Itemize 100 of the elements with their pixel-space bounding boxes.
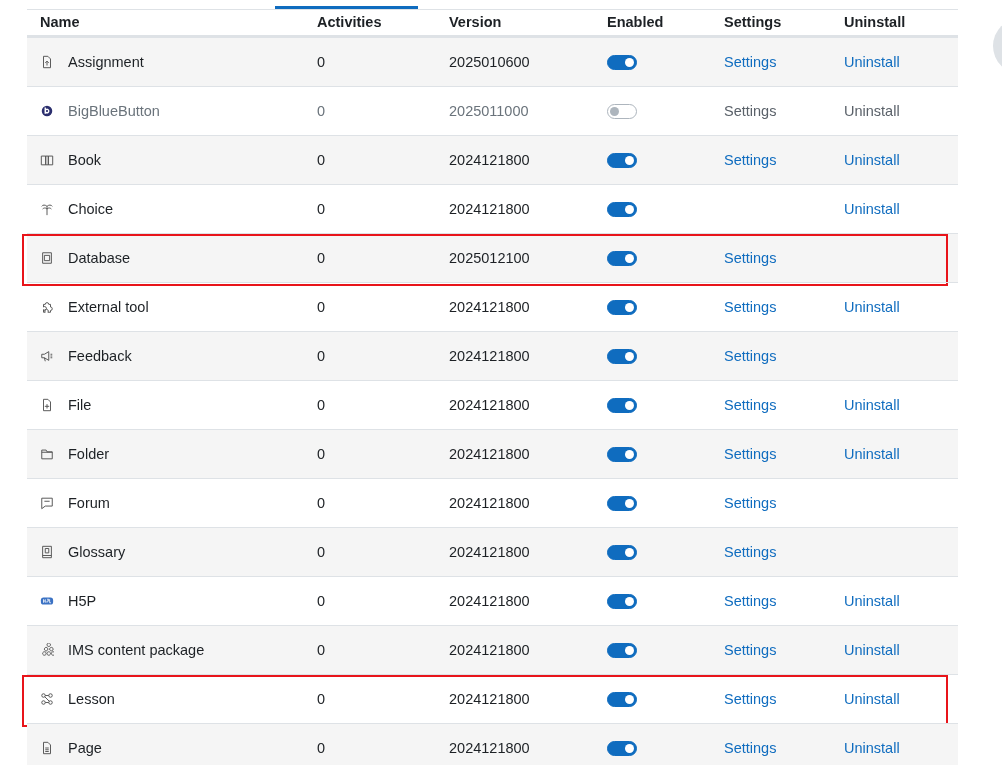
module-name: Lesson bbox=[68, 691, 115, 707]
activity-count: 0 bbox=[317, 152, 326, 168]
activity-count: 0 bbox=[317, 201, 326, 217]
version-number: 2024121800 bbox=[449, 593, 530, 609]
activity-count: 0 bbox=[317, 299, 326, 315]
book-icon bbox=[40, 153, 54, 167]
enable-toggle[interactable] bbox=[607, 446, 637, 462]
uninstall-link[interactable]: Uninstall bbox=[844, 299, 900, 315]
activity-count: 0 bbox=[317, 593, 326, 609]
enable-toggle[interactable] bbox=[607, 495, 637, 511]
module-name: Database bbox=[68, 250, 131, 266]
activity-count: 0 bbox=[317, 103, 326, 119]
module-name: H5P bbox=[68, 593, 97, 609]
activity-count: 0 bbox=[317, 250, 326, 266]
activity-count: 0 bbox=[317, 348, 326, 364]
version-number: 2025011000 bbox=[449, 103, 529, 119]
enable-toggle[interactable] bbox=[607, 642, 637, 658]
settings-link[interactable]: Settings bbox=[724, 397, 777, 413]
settings-link[interactable]: Settings bbox=[724, 740, 777, 756]
uninstall-link[interactable]: Uninstall bbox=[844, 691, 900, 707]
uninstall-link[interactable]: Uninstall bbox=[844, 152, 900, 168]
version-number: 2024121800 bbox=[449, 495, 530, 511]
enable-toggle[interactable] bbox=[607, 740, 637, 756]
settings-link[interactable]: Settings bbox=[724, 348, 777, 364]
module-name: Feedback bbox=[68, 348, 132, 364]
settings-link[interactable]: Settings bbox=[724, 152, 777, 168]
megaphone-icon bbox=[40, 349, 54, 363]
module-name: Page bbox=[68, 740, 102, 756]
column-header: Enabled bbox=[607, 14, 665, 30]
module-name: BigBlueButton bbox=[68, 103, 160, 119]
version-number: 2024121800 bbox=[449, 299, 530, 315]
uninstall-link[interactable]: Uninstall bbox=[844, 201, 900, 217]
version-number: 2024121800 bbox=[449, 152, 530, 168]
uninstall-link[interactable]: Uninstall bbox=[844, 642, 900, 658]
settings-link[interactable]: Settings bbox=[724, 299, 777, 315]
version-number: 2024121800 bbox=[449, 642, 530, 658]
settings-link[interactable]: Settings bbox=[724, 103, 777, 119]
module-name: Book bbox=[68, 152, 102, 168]
uninstall-link[interactable]: Uninstall bbox=[844, 740, 900, 756]
file-icon bbox=[40, 398, 54, 412]
activity-count: 0 bbox=[317, 54, 326, 70]
uninstall-link[interactable]: Uninstall bbox=[844, 446, 900, 462]
module-name: Folder bbox=[68, 446, 110, 462]
settings-link[interactable]: Settings bbox=[724, 691, 777, 707]
uninstall-link[interactable]: Uninstall bbox=[844, 54, 900, 70]
enable-toggle[interactable] bbox=[607, 593, 637, 609]
column-header: Activities bbox=[317, 14, 383, 30]
uninstall-link[interactable]: Uninstall bbox=[844, 103, 900, 119]
settings-link[interactable]: Settings bbox=[724, 54, 777, 70]
document-upload-icon bbox=[40, 55, 54, 69]
activity-count: 0 bbox=[317, 397, 326, 413]
version-number: 2024121800 bbox=[449, 446, 530, 462]
enable-toggle[interactable] bbox=[607, 544, 637, 560]
settings-link[interactable]: Settings bbox=[724, 642, 777, 658]
enable-toggle[interactable] bbox=[607, 103, 637, 119]
version-number: 2025010600 bbox=[449, 54, 530, 70]
version-number: 2024121800 bbox=[449, 201, 530, 217]
page-icon bbox=[40, 741, 54, 755]
enable-toggle[interactable] bbox=[607, 299, 637, 315]
version-number: 2024121800 bbox=[449, 348, 530, 364]
circle-letter-icon bbox=[40, 104, 54, 118]
version-number: 2025012100 bbox=[449, 250, 530, 266]
activity-count: 0 bbox=[317, 642, 326, 658]
module-name: Assignment bbox=[68, 54, 144, 70]
settings-link[interactable]: Settings bbox=[724, 250, 777, 266]
settings-link[interactable]: Settings bbox=[724, 446, 777, 462]
version-number: 2024121800 bbox=[449, 740, 530, 756]
module-name: Choice bbox=[68, 201, 114, 217]
chat-bubble-icon bbox=[40, 496, 54, 510]
column-header: Uninstall bbox=[844, 14, 907, 30]
column-header: Version bbox=[449, 14, 503, 30]
uninstall-link[interactable]: Uninstall bbox=[844, 593, 900, 609]
enable-toggle[interactable] bbox=[607, 152, 637, 168]
settings-link[interactable]: Settings bbox=[724, 495, 777, 511]
nodes-icon bbox=[40, 692, 54, 706]
folder-icon bbox=[40, 447, 54, 461]
enable-toggle[interactable] bbox=[607, 348, 637, 364]
activity-count: 0 bbox=[317, 446, 326, 462]
uninstall-link[interactable]: Uninstall bbox=[844, 397, 900, 413]
module-name: Glossary bbox=[68, 544, 126, 560]
column-header: Settings bbox=[724, 14, 783, 30]
module-name: File bbox=[68, 397, 92, 413]
activity-count: 0 bbox=[317, 495, 326, 511]
version-number: 2024121800 bbox=[449, 544, 530, 560]
glossary-book-icon bbox=[40, 545, 54, 559]
settings-link[interactable]: Settings bbox=[724, 593, 777, 609]
enable-toggle[interactable] bbox=[607, 54, 637, 70]
module-name: Forum bbox=[68, 495, 110, 511]
settings-link[interactable]: Settings bbox=[724, 544, 777, 560]
activity-count: 0 bbox=[317, 740, 326, 756]
enable-toggle[interactable] bbox=[607, 201, 637, 217]
version-number: 2024121800 bbox=[449, 691, 530, 707]
column-header: Name bbox=[39, 14, 81, 30]
activity-count: 0 bbox=[317, 691, 326, 707]
enable-toggle[interactable] bbox=[607, 691, 637, 707]
enable-toggle[interactable] bbox=[607, 397, 637, 413]
module-name: IMS content package bbox=[68, 642, 205, 658]
enable-toggle[interactable] bbox=[607, 250, 637, 266]
module-name: External tool bbox=[68, 299, 149, 315]
activity-count: 0 bbox=[317, 544, 326, 560]
